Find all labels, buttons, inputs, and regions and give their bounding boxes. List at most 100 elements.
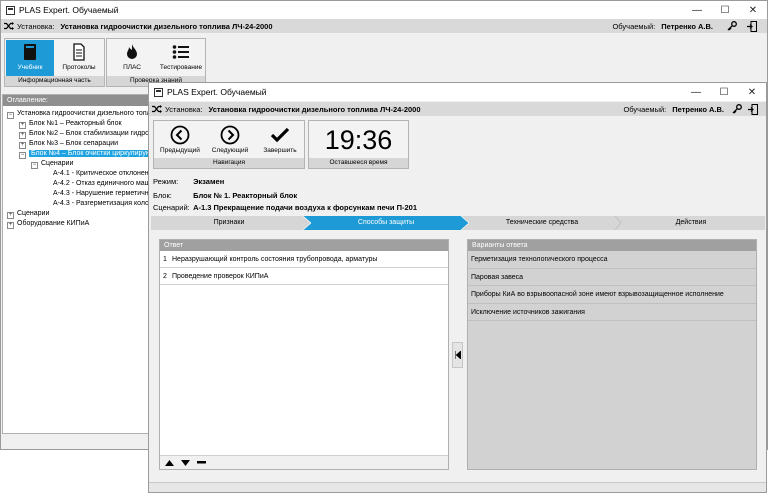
previous-button[interactable]: Предыдущий xyxy=(156,123,204,157)
step-equipment[interactable]: Технические средства xyxy=(467,216,617,230)
list-icon xyxy=(172,40,190,64)
tree-item-equipment[interactable]: + Оборудование КИПиА xyxy=(7,220,89,229)
answer-header: Ответ xyxy=(160,240,448,251)
front-info-bar: Установка: Установка гидроочистки дизель… xyxy=(149,102,766,116)
previous-label: Предыдущий xyxy=(160,147,200,154)
timer-group: 19:36 Оставшееся время xyxy=(308,120,409,169)
expand-icon[interactable]: + xyxy=(19,142,26,149)
testing-label: Тестирование xyxy=(159,64,203,71)
maximize-button[interactable]: ☐ xyxy=(711,1,739,19)
expand-icon[interactable]: + xyxy=(19,132,26,139)
mode-line: Режим: Экзамен xyxy=(153,177,224,186)
mode-label: Режим: xyxy=(153,177,179,186)
window-title: PLAS Expert. Обучаемый xyxy=(167,87,267,97)
front-titlebar: PLAS Expert. Обучаемый — ☐ ✕ xyxy=(149,83,766,101)
plas-label: ПЛАС xyxy=(123,64,141,71)
exit-icon[interactable] xyxy=(748,103,758,115)
close-button[interactable]: ✕ xyxy=(738,83,766,101)
answer-row[interactable]: 2 Проведение проверок КИПиА xyxy=(160,268,448,285)
expand-icon[interactable]: + xyxy=(7,222,14,229)
window-title: PLAS Expert. Обучаемый xyxy=(19,5,119,15)
exit-icon[interactable] xyxy=(747,20,757,32)
navigation-group-label: Навигация xyxy=(154,158,304,168)
tree-item-scenarios-root[interactable]: + Сценарии xyxy=(7,210,49,219)
trainee-value: Петренко А.В. xyxy=(661,21,713,31)
info-group-label: Информационная часть xyxy=(5,76,104,86)
document-icon xyxy=(71,40,87,64)
scenario-value: А-1.3 Прекращение подачи воздуха к форсу… xyxy=(193,203,417,212)
status-bar xyxy=(149,482,766,492)
minimize-button[interactable]: — xyxy=(682,83,710,101)
close-button[interactable]: ✕ xyxy=(739,1,767,19)
install-label: Установка: xyxy=(165,104,203,114)
scenario-line: Сценарий: А-1.3 Прекращение подачи возду… xyxy=(153,203,417,212)
expand-icon[interactable]: + xyxy=(7,212,14,219)
tree-item-scenarios[interactable]: − Сценарии xyxy=(31,160,73,169)
flame-icon xyxy=(125,40,139,64)
tree-item-a43[interactable]: А-4.3 - Нарушение герметичности xyxy=(53,190,163,197)
move-up-icon[interactable] xyxy=(165,459,174,466)
install-value: Установка гидроочистки дизельного топлив… xyxy=(208,104,421,114)
contents-header: Оглавление: xyxy=(3,95,166,106)
expand-icon[interactable]: + xyxy=(19,122,26,129)
trainee-label: Обучаемый: xyxy=(623,104,667,114)
checkmark-icon xyxy=(270,123,290,147)
scenario-label: Сценарий: xyxy=(153,203,190,212)
maximize-button[interactable]: ☐ xyxy=(710,83,738,101)
answer-row[interactable]: 1 Неразрушающий контроль состояния трубо… xyxy=(160,251,448,268)
next-button[interactable]: Следующий xyxy=(206,123,254,157)
collapse-icon[interactable]: − xyxy=(31,162,38,169)
transfer-button[interactable] xyxy=(452,342,463,368)
step-signs[interactable]: Признаки xyxy=(151,216,307,230)
shuffle-icon[interactable] xyxy=(1,22,17,30)
tree-item-block1[interactable]: + Блок №1 – Реакторный блок xyxy=(19,120,122,129)
move-down-icon[interactable] xyxy=(181,459,190,466)
answer-toolbar xyxy=(160,455,448,469)
front-window: PLAS Expert. Обучаемый — ☐ ✕ Установка: … xyxy=(148,82,767,493)
variant-item[interactable]: Паровая завеса xyxy=(468,269,756,286)
textbook-label: Учебник xyxy=(17,64,43,71)
app-icon xyxy=(153,87,163,97)
finish-label: Завершить xyxy=(263,147,297,154)
block-label: Блок: xyxy=(153,191,172,200)
mode-value: Экзамен xyxy=(193,177,225,186)
variant-item[interactable]: Исключение источников зажигания xyxy=(468,304,756,321)
tree-item-a41[interactable]: А-4.1 - Критическое отклонение xyxy=(53,170,156,177)
textbook-button[interactable]: Учебник xyxy=(6,40,54,76)
key-icon[interactable] xyxy=(732,104,742,114)
key-icon[interactable] xyxy=(727,21,737,31)
minimize-button[interactable]: — xyxy=(683,1,711,19)
protocols-button[interactable]: Протоколы xyxy=(55,40,103,76)
app-icon xyxy=(5,5,15,15)
finish-button[interactable]: Завершить xyxy=(256,123,304,157)
timer-value: 19:36 xyxy=(324,125,393,155)
tree-item-install[interactable]: − Установка гидроочистки дизельного топли… xyxy=(7,110,162,119)
step-protection[interactable]: Способы защиты xyxy=(307,216,465,230)
navigation-group: Предыдущий Следующий Завершить Навигация xyxy=(153,120,305,169)
tree-item-block3[interactable]: + Блок №3 – Блок сепарации xyxy=(19,140,118,149)
collapse-icon[interactable]: − xyxy=(7,112,14,119)
variant-item[interactable]: Герметизация технологического процесса xyxy=(468,251,756,269)
plas-button[interactable]: ПЛАС xyxy=(109,40,155,76)
check-ribbon-group: ПЛАС Тестирование Проверка знаний xyxy=(106,38,206,87)
protocols-label: Протоколы xyxy=(62,64,96,71)
remove-icon[interactable] xyxy=(197,461,206,464)
tree-item-a43b[interactable]: А-4.3 - Разгерметизация колонны xyxy=(53,200,162,207)
back-info-bar: Установка: Установка гидроочистки дизель… xyxy=(1,19,767,33)
trainee-value: Петренко А.В. xyxy=(672,104,724,114)
step-bar: Признаки Способы защиты Технические сред… xyxy=(151,216,765,230)
variants-panel: Варианты ответа Герметизация технологиче… xyxy=(467,239,757,470)
info-ribbon-group: Учебник Протоколы Информационная часть xyxy=(4,38,105,87)
timer-label: Оставшееся время xyxy=(309,158,408,168)
testing-button[interactable]: Тестирование xyxy=(157,40,205,76)
step-actions[interactable]: Действия xyxy=(617,216,765,230)
variant-item[interactable]: Приборы КиА во взрывоопасной зоне имеют … xyxy=(468,286,756,304)
contents-panel: Оглавление: − Установка гидроочистки дизе… xyxy=(2,94,185,434)
collapse-icon[interactable]: − xyxy=(19,152,26,159)
install-label: Установка: xyxy=(17,21,55,31)
block-value: Блок № 1. Реакторный блок xyxy=(193,191,298,200)
book-icon xyxy=(22,40,38,64)
variants-header: Варианты ответа xyxy=(468,240,756,251)
shuffle-icon[interactable] xyxy=(149,105,165,113)
answer-panel: Ответ 1 Неразрушающий контроль состояния… xyxy=(159,239,449,470)
